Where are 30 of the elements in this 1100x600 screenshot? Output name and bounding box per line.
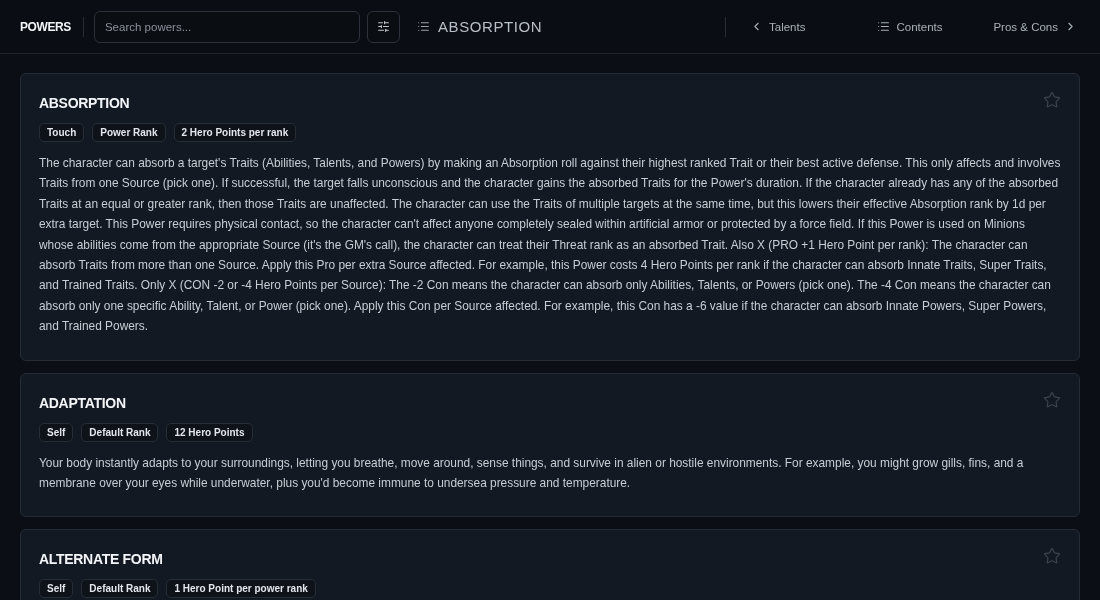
power-title: ALTERNATE FORM	[39, 550, 163, 569]
power-description: Your body instantly adapts to your surroundings, letting you breathe, move around, sense things, and survive in alien or hostile environments. For example, you might grow gills, fins, and a membrane over your eyes while underwater, plus you'd become immune to undersea pressure and temperature.	[39, 454, 1025, 493]
favorite-star-button[interactable]	[1043, 547, 1061, 566]
star-icon	[1043, 390, 1061, 409]
contents-link[interactable]: Contents	[877, 20, 943, 33]
power-tag: Default Rank	[81, 422, 159, 442]
favorite-star-button[interactable]	[1043, 91, 1061, 109]
star-icon	[1043, 547, 1061, 566]
list-icon	[877, 20, 891, 33]
power-tag: Power Rank	[92, 123, 166, 142]
power-title: ABSORPTION	[39, 94, 130, 112]
power-tag: 1 Hero Point per power rank	[166, 579, 316, 599]
power-tag: Touch	[39, 123, 85, 142]
power-tag: Default Rank	[81, 579, 159, 599]
power-tag: 12 Hero Points	[166, 422, 253, 442]
sliders-icon	[376, 20, 390, 33]
power-title: ADAPTATION	[39, 393, 126, 412]
next-link[interactable]: Pros & Cons	[993, 20, 1077, 33]
search-field[interactable]: Search powers...	[93, 10, 360, 43]
previous-link[interactable]: Talents	[750, 20, 806, 33]
power-tag: Self	[39, 579, 74, 599]
favorite-star-button[interactable]	[1043, 390, 1061, 409]
power-tag: 2 Hero Points per rank	[173, 123, 297, 142]
list-icon	[416, 20, 430, 33]
power-tag: Self	[39, 422, 74, 442]
power-description: The character can absorb a target's Traits (Abilities, Talents, and Powers) by making an Absorption roll against their highest ranked Trait or their best active defense. This only affects and involves Traits from one Source (pick one). If successful, the target falls unconscious and the character gains the absorbed Traits for the Power's duration. If the character already has any of the absorbed Traits at an equal or greater rank, then those Traits are unaffected. The character can use the Traits of multiple targets at the same time, but this lowers their effective Absorption rank by 1d per extra target. This Power requires physical contact, so the character can't affect anyone completely sealed within artificial armor or protected by a force field. If this Power is used on Minions whose abilities come from the appropriate Source (it's the GM's call), the character can treat their Threat rank as an absorbed Trait. Also X (PRO +1 Hero Point per rank): The character can absorb Traits from more than one Source. Apply this Pro per extra Source affected. For example, this Power costs 4 Hero Points per rank if the character can absorb Innate Traits, Super Traits, and Trained Traits. Only X (CON -2 or -4 Hero Points per Source): The -2 Con means the character can absorb only Abilities, Talents, or Powers (pick one). The -4 Con means the character can absorb only one specific Ability, Talent, or Power (pick one). Apply this Con per Source affected. For example, this Con has a -6 value if the character can absorb Innate Powers, Super Powers, and Trained Powers.	[39, 155, 1061, 336]
star-icon	[1043, 91, 1061, 109]
filter-button[interactable]	[366, 10, 400, 43]
current-section-title: ABSORPTION	[437, 18, 543, 35]
app-title: POWERS	[20, 19, 71, 34]
